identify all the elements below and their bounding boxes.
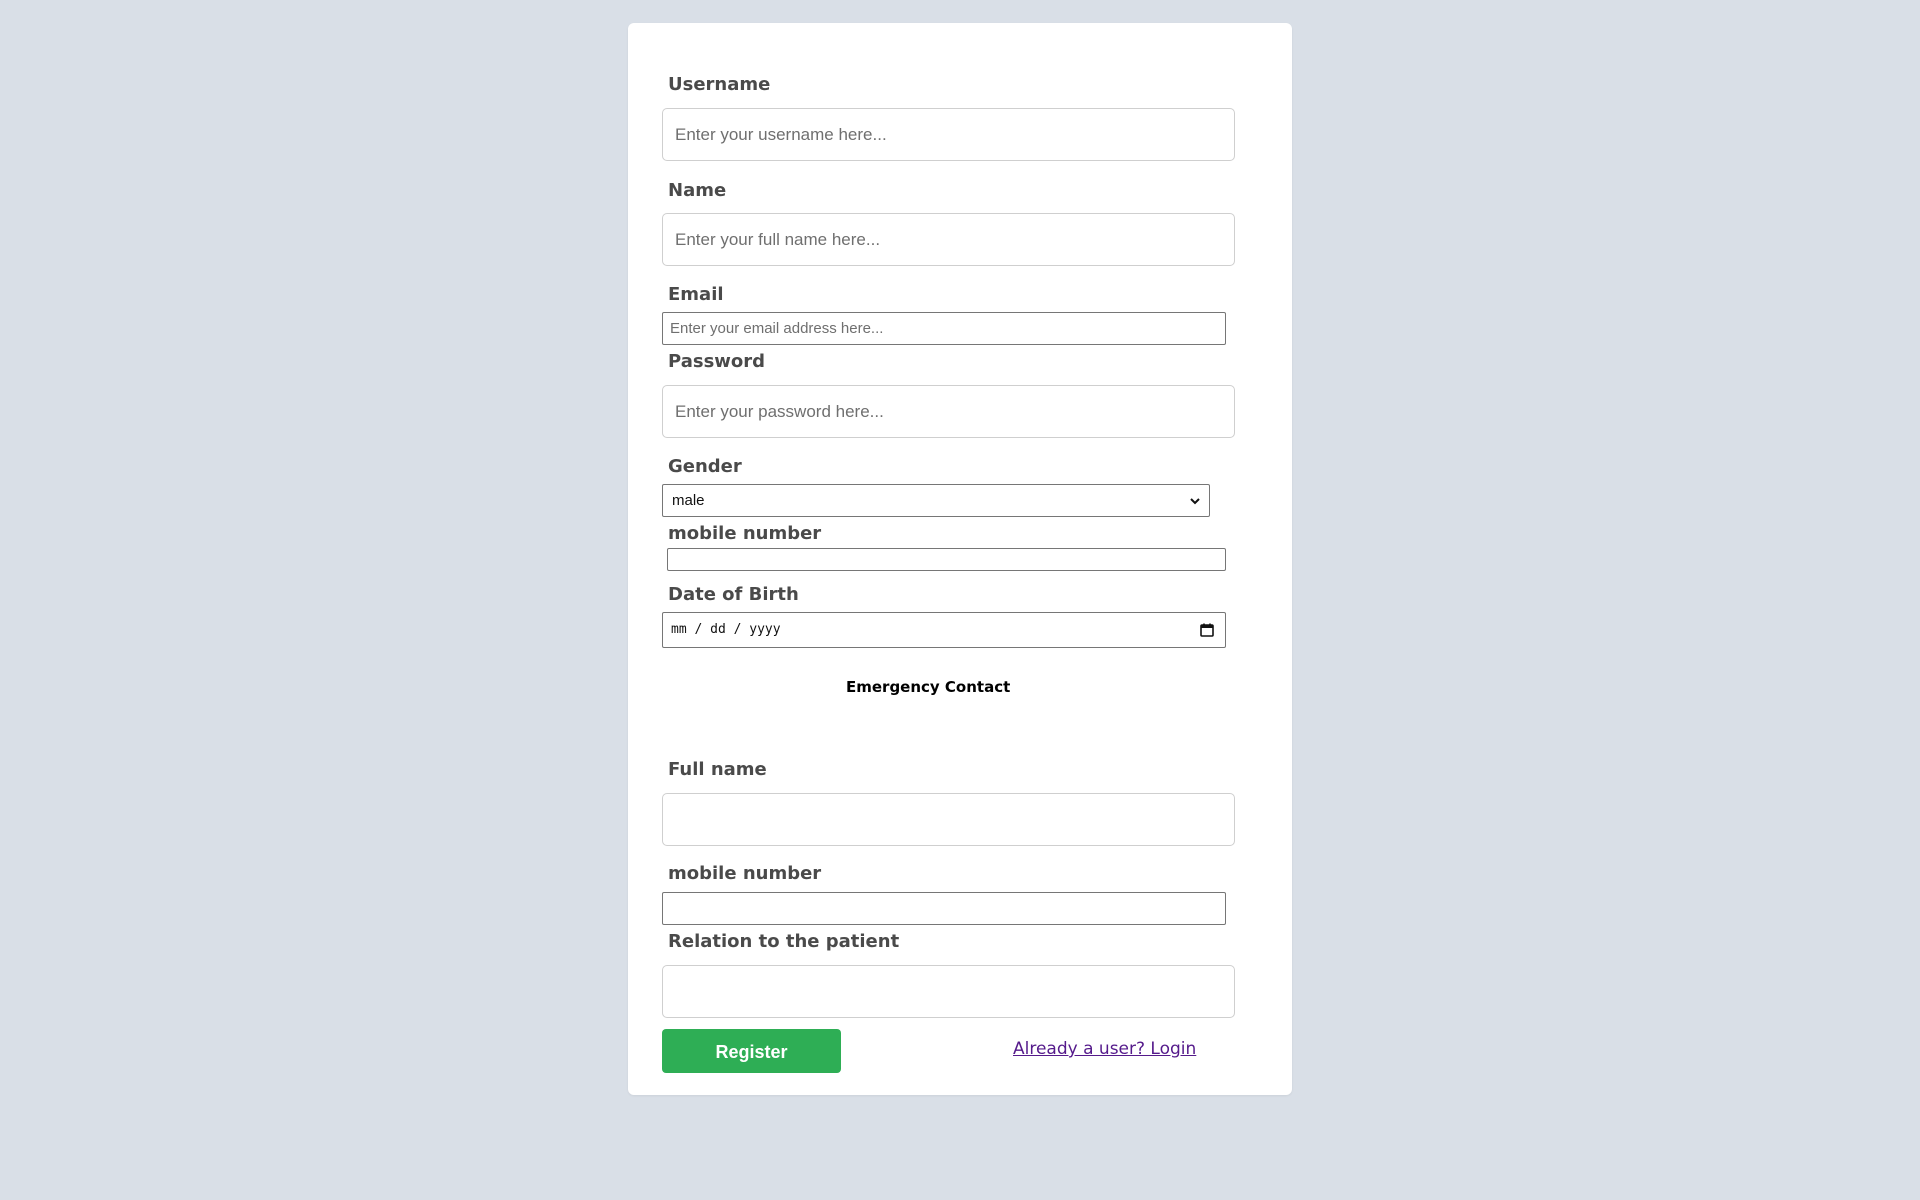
gender-label: Gender [668, 456, 742, 477]
password-label: Password [668, 351, 766, 372]
register-button[interactable]: Register [662, 1029, 841, 1073]
relation-input[interactable] [662, 965, 1235, 1018]
login-link[interactable]: Already a user? Login [1013, 1039, 1196, 1059]
dob-placeholder: mm / dd / yyyy [671, 622, 781, 637]
email-label: Email [668, 284, 724, 305]
dob-label: Date of Birth [668, 584, 799, 605]
registration-card: Username Name Email Password Gender male… [628, 23, 1292, 1095]
emergency-mobile-input[interactable] [662, 892, 1226, 925]
gender-selected-value: male [672, 492, 705, 509]
emergency-contact-heading: Emergency Contact [846, 678, 1011, 696]
name-label: Name [668, 180, 727, 201]
mobile-label: mobile number [668, 523, 822, 544]
emergency-mobile-label: mobile number [668, 863, 822, 884]
dob-date-input[interactable]: mm / dd / yyyy [662, 612, 1226, 648]
chevron-down-icon [1190, 498, 1200, 505]
mobile-input[interactable] [667, 548, 1226, 571]
calendar-icon[interactable] [1199, 622, 1215, 638]
username-input[interactable] [662, 108, 1235, 161]
email-input[interactable] [662, 312, 1226, 345]
gender-select[interactable]: male [662, 484, 1210, 517]
name-input[interactable] [662, 213, 1235, 266]
username-label: Username [668, 74, 771, 95]
relation-label: Relation to the patient [668, 931, 900, 952]
emergency-fullname-input[interactable] [662, 793, 1235, 846]
password-input[interactable] [662, 385, 1235, 438]
emergency-fullname-label: Full name [668, 759, 767, 780]
